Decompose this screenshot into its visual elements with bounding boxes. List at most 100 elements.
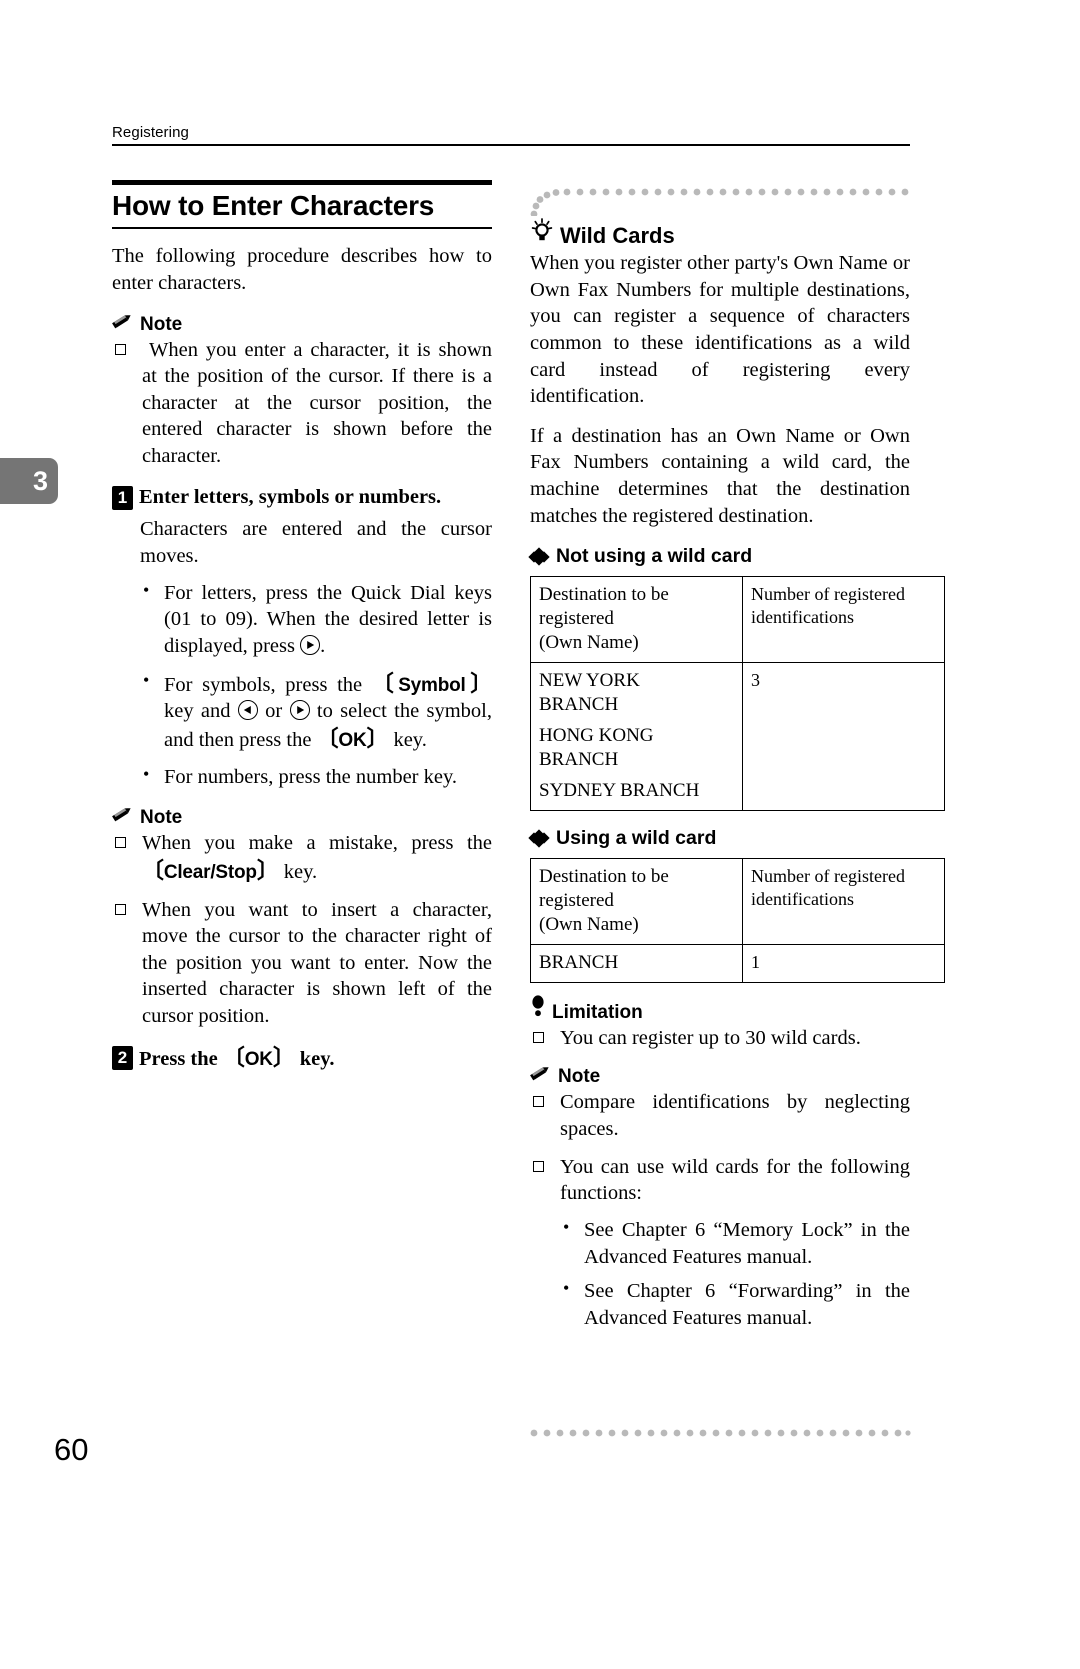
note2-item2-text: When you want to insert a character, mov…	[142, 898, 492, 1028]
table-not-using-wild-card: Destination to be registered (Own Name) …	[530, 576, 945, 811]
left-column: How to Enter Characters The following pr…	[112, 180, 492, 1078]
checkbox-bullet-icon	[115, 837, 126, 849]
table-header-count: Number of registered identifications	[742, 576, 945, 664]
intro-paragraph: The following procedure describes how to…	[112, 245, 492, 294]
tip-paragraph-2: If a destination has an Own Name or Own …	[530, 424, 910, 527]
table-header-row: Destination to be registered (Own Name) …	[530, 576, 945, 664]
limitation-label: Limitation	[552, 1001, 643, 1023]
step-title-1: Enter letters, symbols or numbers.	[139, 485, 442, 508]
checkbox-bullet-icon	[115, 343, 126, 355]
step-title-2: Press the 〔OK〕 key.	[139, 1044, 335, 1070]
table-row: BRANCH 1	[530, 943, 945, 983]
note-heading-3: Note	[530, 1063, 910, 1086]
limitation-heading: Limitation	[530, 995, 910, 1022]
checkbox-bullet-icon	[115, 903, 126, 915]
note-heading-label-2: Note	[140, 807, 183, 829]
section-rule-top	[112, 180, 492, 185]
note3-item2-text: You can use wild cards for the following…	[560, 1155, 910, 1205]
circled-left-arrow-icon	[237, 700, 258, 721]
table-using-wild-card: Destination to be registered (Own Name) …	[530, 857, 945, 983]
limitation-item: You can register up to 30 wild cards.	[530, 1025, 910, 1052]
table-header-destination: Destination to be registered (Own Name)	[530, 857, 743, 945]
right-column: Wild Cards When you register other party…	[528, 218, 945, 1339]
key-ok: 〔OK〕	[316, 725, 389, 751]
table-cell-count: 1	[742, 943, 945, 983]
chapter-number-tab: 3	[0, 458, 58, 504]
note-heading-label-3: Note	[558, 1066, 601, 1088]
page-number: 60	[54, 1432, 89, 1467]
bullet-numbers-text: For numbers, press the number key.	[164, 765, 458, 788]
note-heading-2: Note	[112, 804, 492, 827]
bullet-symbols-text-3: or	[257, 700, 290, 723]
section-rule-bottom	[112, 227, 492, 230]
table-row: NEW YORK BRANCH HONG KONG BRANCH SYDNEY …	[530, 662, 945, 811]
bullet-symbols: For symbols, press the 〔Symbol〕 key and …	[140, 669, 492, 754]
lightbulb-icon	[530, 218, 554, 247]
pencil-icon	[112, 804, 134, 827]
note-list-3: Compare identifications by neglecting sp…	[530, 1089, 910, 1207]
key-symbol: 〔Symbol〕	[371, 670, 492, 696]
step-number-2: 2	[112, 1045, 133, 1070]
table-header-count: Number of registered identifications	[742, 857, 945, 945]
subsection-heading-label: Using a wild card	[556, 826, 717, 849]
checkbox-bullet-icon	[533, 1031, 544, 1043]
limitation-list: You can register up to 30 wild cards.	[530, 1025, 910, 1052]
note-item: When you enter a character, it is shown …	[112, 337, 492, 470]
pencil-icon	[112, 311, 134, 334]
step-2: 2 Press the 〔OK〕 key.	[112, 1044, 492, 1073]
note-item: When you want to insert a character, mov…	[112, 897, 492, 1030]
note-item: Compare identifications by neglecting sp…	[530, 1089, 910, 1142]
subsection-heading-label: Not using a wild card	[556, 545, 753, 568]
document-page: Registering 3 How to Enter Characters Th…	[0, 0, 1080, 1669]
sub-bullet-forwarding-text: See Chapter 6 “Forwarding” in the Advanc…	[584, 1280, 910, 1329]
note-list-1: When you enter a character, it is shown …	[112, 337, 492, 470]
note-item: You can use wild cards for the following…	[530, 1154, 910, 1207]
subsection-heading-not-using: Not using a wild card	[528, 545, 910, 568]
limitation-item-text: You can register up to 30 wild cards.	[560, 1026, 861, 1049]
note-heading-label-1: Note	[140, 313, 183, 335]
table-cell-destination: BRANCH	[530, 943, 743, 983]
table-cell-count: 3	[742, 662, 945, 811]
chapter-number: 3	[32, 465, 48, 496]
checkbox-bullet-icon	[533, 1160, 544, 1172]
bullet-letters-suffix: .	[320, 634, 326, 657]
key-ok: 〔OK〕	[222, 1044, 295, 1070]
tip-box-dotted-border-top	[530, 188, 909, 216]
bullet-letters: For letters, press the Quick Dial keys (…	[140, 579, 492, 660]
step-number-1: 1	[112, 485, 133, 510]
bullet-symbols-text-2: key and	[164, 700, 238, 723]
running-header-text: Registering	[112, 124, 189, 141]
note3-item1-text: Compare identifications by neglecting sp…	[560, 1091, 910, 1140]
table-cell-destination: NEW YORK BRANCH HONG KONG BRANCH SYDNEY …	[530, 662, 743, 811]
bullet-letters-text: For letters, press the Quick Dial keys (…	[164, 581, 492, 657]
circled-right-arrow-icon	[300, 634, 321, 655]
sub-bullet-memory-lock-text: See Chapter 6 “Memory Lock” in the Advan…	[584, 1218, 910, 1268]
checkbox-bullet-icon	[533, 1096, 544, 1108]
note-list-2: When you make a mistake, press the 〔Clea…	[112, 830, 492, 1030]
diamond-bullet-icon	[528, 547, 550, 567]
running-header-rule	[112, 144, 910, 146]
diamond-bullet-icon	[528, 829, 550, 848]
note-item: When you make a mistake, press the 〔Clea…	[112, 830, 492, 885]
bullet-symbols-text-5: key.	[388, 728, 427, 751]
tip-box-dotted-border-bottom	[530, 1429, 911, 1437]
bullet-symbols-text-1: For symbols, press the	[164, 673, 372, 696]
pencil-icon	[530, 1063, 552, 1086]
key-clear-stop: 〔Clear/Stop〕	[142, 857, 279, 883]
step-1-bullets: For letters, press the Quick Dial keys (…	[140, 579, 492, 791]
tip-paragraph-1: When you register other party's Own Name…	[530, 252, 910, 408]
sub-bullet-memory-lock: See Chapter 6 “Memory Lock” in the Advan…	[560, 1216, 910, 1270]
table-header-destination: Destination to be registered (Own Name)	[530, 576, 743, 664]
page-title: How to Enter Characters	[112, 190, 435, 221]
step-1: 1 Enter letters, symbols or numbers.	[112, 484, 492, 511]
step-body-1: Characters are entered and the cursor mo…	[140, 518, 492, 567]
tip-title: Wild Cards	[560, 223, 675, 248]
exclamation-icon	[530, 995, 546, 1022]
note-item-text: When you enter a character, it is shown …	[142, 338, 492, 468]
subsection-heading-using: Using a wild card	[528, 826, 910, 850]
circled-right-arrow-icon	[289, 700, 310, 721]
tip-heading: Wild Cards	[530, 218, 910, 247]
note2-item1-text-2: key.	[278, 860, 318, 883]
running-header: Registering	[112, 124, 910, 146]
table-header-row: Destination to be registered (Own Name) …	[530, 857, 945, 945]
